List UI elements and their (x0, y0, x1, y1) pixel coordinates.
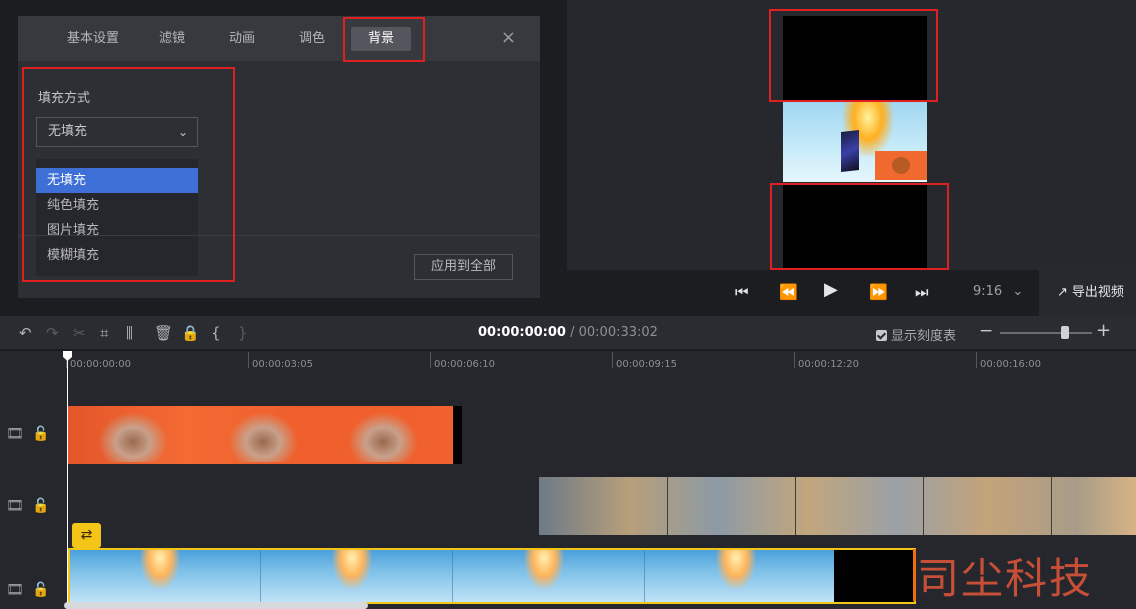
total-time: 00:00:33:02 (578, 325, 658, 340)
loop-icon[interactable]: ⇄ (72, 523, 101, 548)
ruler-label: 00:00:00:00 (70, 359, 132, 370)
zoom-slider-track[interactable] (1000, 332, 1092, 334)
export-video-label: 导出视频 (1071, 285, 1124, 300)
ruler-tick (794, 352, 795, 368)
checkbox-icon (876, 330, 887, 341)
film-icon: 🎞 (6, 582, 24, 598)
preview-phone (841, 130, 859, 172)
tab-color[interactable]: 调色 (290, 27, 334, 51)
preview-video-frame (783, 101, 927, 182)
track-2-header: 🎞 🔓 (0, 477, 60, 535)
fast-forward-icon[interactable]: ⏩ (869, 282, 888, 302)
clip-end-black (834, 550, 914, 602)
preview-card (875, 151, 927, 180)
clip-thumb (228, 412, 298, 462)
clip-sky-fire[interactable] (68, 548, 916, 604)
export-icon: ↗ (1057, 285, 1068, 300)
annotation-box-tab (343, 17, 425, 62)
clip-game-footage[interactable] (539, 477, 1136, 535)
annotation-box-top-fill (769, 9, 938, 102)
preview-card-logo (892, 157, 910, 174)
zoom-slider-thumb[interactable] (1061, 326, 1069, 339)
clip-thumb (716, 550, 756, 590)
clip-trim-handle[interactable] (913, 549, 916, 601)
skip-end-icon[interactable]: ⏭ (915, 282, 929, 302)
redo-icon[interactable]: ↷ (46, 324, 59, 342)
clip-segment-divider (452, 550, 453, 602)
clip-thumb (524, 550, 564, 590)
close-icon[interactable]: × (501, 28, 516, 48)
clip-segment-divider (260, 550, 261, 602)
ruler-tick (976, 352, 977, 368)
track-3-header: 🎞 🔓 (0, 548, 60, 609)
show-scale-label: 显示刻度表 (891, 329, 957, 344)
clip-segment-divider (1051, 477, 1052, 535)
aspect-ratio-select[interactable]: 9:16 ⌄ (973, 284, 1023, 299)
clip-segment-divider (795, 477, 796, 535)
zoom-in-icon[interactable]: + (1096, 320, 1111, 341)
clip-segment-divider (923, 477, 924, 535)
horizontal-scrollbar[interactable] (64, 602, 368, 609)
clip-thumb (140, 550, 180, 590)
zoom-out-icon[interactable]: − (979, 321, 993, 341)
mark-in-icon[interactable]: { (211, 324, 221, 342)
split-icon[interactable]: ⫼ (126, 324, 133, 342)
lock-icon[interactable]: 🔒 (181, 324, 200, 342)
timecode-display: 00:00:00:00 / 00:00:33:02 (478, 325, 658, 340)
time-ruler[interactable]: 00:00:00:00 00:00:03:05 00:00:06:10 00:0… (0, 351, 1136, 375)
rewind-icon[interactable]: ⏪ (779, 282, 798, 302)
annotation-box-fill (22, 67, 235, 282)
ruler-label: 00:00:03:05 (252, 359, 314, 370)
ruler-tick (612, 352, 613, 368)
clip-hands-orange[interactable] (68, 406, 453, 464)
watermark-text: 司尘科技 (917, 554, 1094, 603)
ruler-label: 00:00:12:20 (798, 359, 860, 370)
crop-icon[interactable]: ⌗ (100, 324, 108, 342)
lock-icon[interactable]: 🔓 (32, 582, 49, 598)
clip-thumb (332, 550, 372, 590)
scissors-icon[interactable]: ✂ (73, 324, 86, 342)
ruler-tick (248, 352, 249, 368)
current-time: 00:00:00:00 (478, 325, 566, 340)
lock-icon[interactable]: 🔓 (32, 498, 49, 514)
tab-basic-settings[interactable]: 基本设置 (62, 27, 124, 51)
chevron-down-icon: ⌄ (1012, 284, 1024, 299)
undo-icon[interactable]: ↶ (19, 324, 32, 342)
trash-icon[interactable]: 🗑 (154, 324, 173, 342)
export-video-button[interactable]: ↗ 导出视频 (1039, 270, 1136, 316)
tab-filter[interactable]: 滤镜 (150, 27, 194, 51)
annotation-box-bottom-fill (770, 183, 949, 270)
skip-start-icon[interactable]: ⏮ (735, 282, 749, 302)
settings-tabbar: 基本设置 滤镜 动画 调色 背景 × (18, 16, 540, 61)
show-scale-toggle[interactable]: 显示刻度表 (876, 325, 956, 344)
lock-icon[interactable]: 🔓 (32, 426, 49, 442)
clip-thumb (348, 412, 418, 462)
timeline-toolbar: ↶ ↷ ✂ ⌗ ⫼ 🗑 🔒 { } 00:00:00:00 / 00:00:33… (0, 316, 1136, 350)
ruler-label: 00:00:09:15 (616, 359, 678, 370)
play-icon[interactable]: ▶ (824, 280, 838, 300)
film-icon: 🎞 (6, 426, 24, 442)
clip-segment-divider (667, 477, 668, 535)
time-separator: / (565, 325, 579, 340)
apply-all-button[interactable]: 应用到全部 (414, 254, 513, 280)
playback-bar: ⏮ ⏪ ▶ ⏩ ⏭ 9:16 ⌄ ↗ 导出视频 (567, 270, 1136, 316)
track-1: 🎞 🔓 (0, 406, 1136, 464)
ruler-label: 00:00:06:10 (434, 359, 496, 370)
ruler-tick (430, 352, 431, 368)
track-2: 🎞 🔓 (0, 477, 1136, 535)
aspect-ratio-value: 9:16 (973, 284, 1003, 299)
clip-end-black (453, 406, 462, 464)
clip-segment-divider (644, 550, 645, 602)
film-icon: 🎞 (6, 498, 24, 514)
playhead-line[interactable] (67, 353, 68, 609)
clip-thumb (98, 412, 168, 462)
mark-out-icon[interactable]: } (238, 324, 248, 342)
ruler-label: 00:00:16:00 (980, 359, 1042, 370)
track-1-header: 🎞 🔓 (0, 406, 60, 464)
tab-animation[interactable]: 动画 (220, 27, 264, 51)
